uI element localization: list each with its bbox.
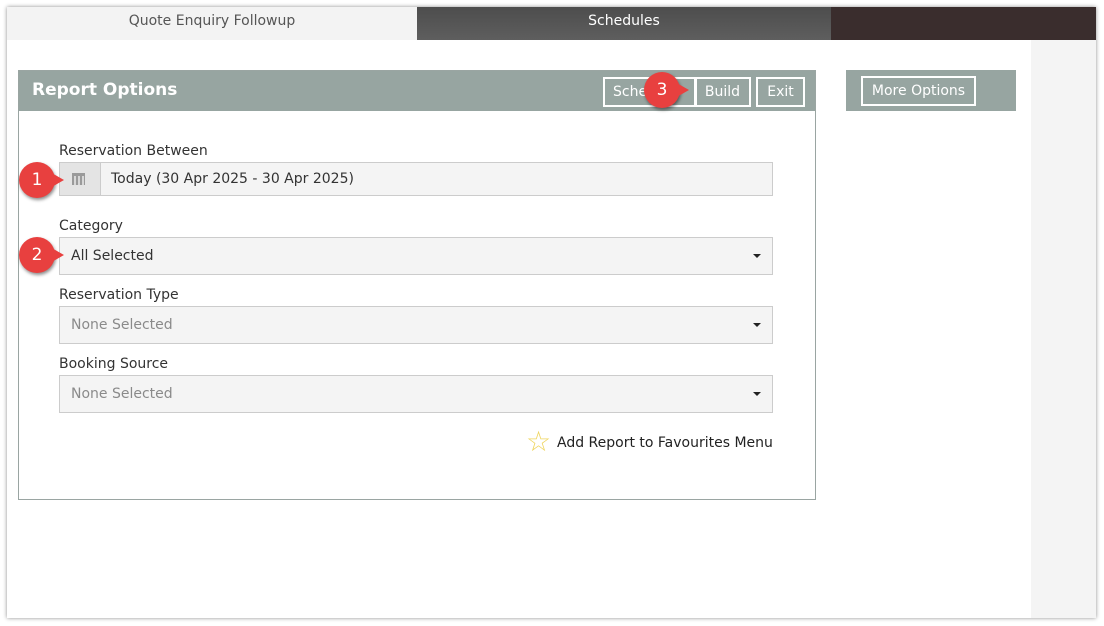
more-options-button[interactable]: More Options: [861, 76, 976, 106]
tab-bar-filler: [831, 7, 1096, 40]
exit-button[interactable]: Exit: [756, 77, 805, 107]
star-icon: ☆: [526, 425, 552, 458]
booking-source-label: Booking Source: [59, 356, 169, 372]
build-button[interactable]: Build: [694, 77, 751, 107]
add-to-favourites-label: Add Report to Favourites Menu: [557, 435, 773, 451]
far-right-gutter: [1031, 40, 1096, 618]
reservation-type-label: Reservation Type: [59, 287, 179, 303]
callout-badge-2: 2: [19, 237, 64, 273]
chevron-down-icon: [753, 254, 761, 258]
report-options-panel: Report Options Sche Build Exit Reservati…: [18, 70, 816, 500]
callout-badge-3: 3: [644, 72, 689, 108]
booking-source-value: None Selected: [71, 386, 173, 402]
tab-quote-enquiry-followup[interactable]: Quote Enquiry Followup: [7, 7, 417, 40]
calendar-icon: [72, 173, 85, 185]
category-value: All Selected: [71, 248, 154, 264]
calendar-button[interactable]: [60, 163, 101, 195]
chevron-down-icon: [753, 392, 761, 396]
category-select[interactable]: All Selected: [59, 237, 773, 275]
report-window: Quote Enquiry Followup Schedules Report …: [7, 7, 1096, 618]
panel-header: Report Options Sche Build Exit: [19, 71, 815, 111]
right-column: [831, 40, 1031, 618]
reservation-date-field[interactable]: Today (30 Apr 2025 - 30 Apr 2025): [59, 162, 773, 196]
booking-source-select[interactable]: None Selected: [59, 375, 773, 413]
reservation-date-value: Today (30 Apr 2025 - 30 Apr 2025): [111, 171, 354, 187]
reservation-between-label: Reservation Between: [59, 143, 208, 159]
more-options-panel: More Options: [846, 70, 1016, 111]
reservation-type-select[interactable]: None Selected: [59, 306, 773, 344]
chevron-down-icon: [753, 323, 761, 327]
tab-schedules[interactable]: Schedules: [417, 7, 831, 40]
reservation-type-value: None Selected: [71, 317, 173, 333]
panel-title: Report Options: [32, 80, 178, 100]
category-label: Category: [59, 218, 123, 234]
callout-badge-1: 1: [19, 162, 64, 198]
